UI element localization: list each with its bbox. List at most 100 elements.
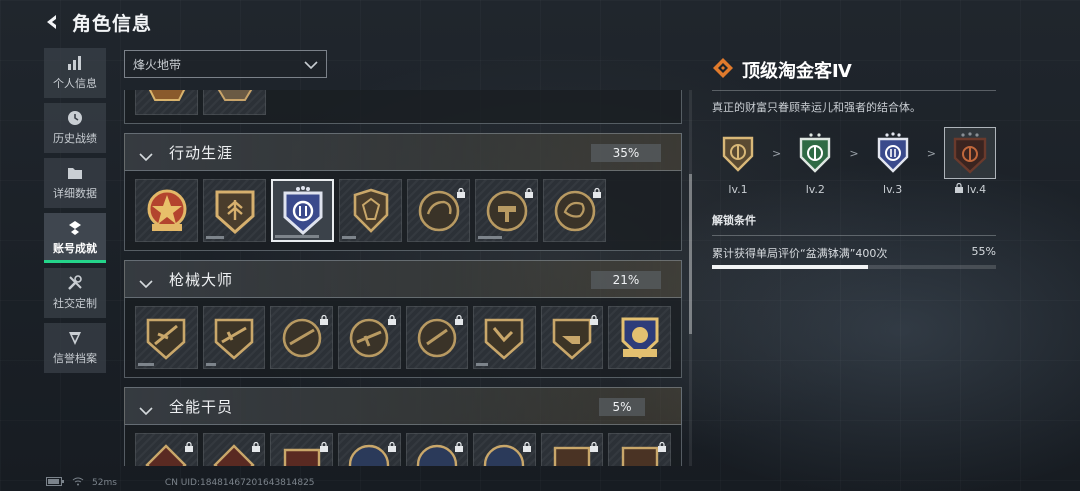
section-percent-box: 21% <box>591 271 661 289</box>
ping-readout: 52ms <box>92 478 117 488</box>
achievement-badge-locked[interactable] <box>543 179 606 242</box>
lock-icon <box>184 437 194 452</box>
section-header[interactable]: 全能干员 5% <box>124 387 682 425</box>
sidebar-item-label: 账号成就 <box>53 242 97 255</box>
achievement-badge-locked[interactable] <box>473 433 536 466</box>
back-arrow-icon[interactable] <box>42 12 62 32</box>
tier-label: lv.3 <box>883 183 903 196</box>
sidebar-item-social[interactable]: 社交定制 <box>44 268 106 318</box>
achievement-badge[interactable] <box>202 306 266 369</box>
section-percent: 21% <box>612 273 640 287</box>
scrollbar-thumb[interactable] <box>689 174 692 334</box>
achievement-section-weapon-master: 枪械大师 21% <box>124 260 682 378</box>
section-percent-box: 5% <box>599 398 645 416</box>
condition-progress-bar <box>712 265 996 269</box>
achievement-badge-locked[interactable] <box>270 306 333 369</box>
list-scrollbar[interactable] <box>689 90 692 466</box>
chevron-down-icon <box>304 55 318 74</box>
achievement-badge-locked[interactable] <box>405 306 469 369</box>
tier-separator: > <box>772 147 782 160</box>
tier-item: lv.3 <box>867 127 919 196</box>
tier-item: lv.1 <box>712 127 764 196</box>
achievement-badge[interactable] <box>473 306 536 369</box>
lock-icon <box>319 437 329 452</box>
achievement-badge-locked[interactable] <box>407 179 470 242</box>
tier-separator: > <box>849 147 859 160</box>
detail-title: 顶级淘金客Ⅳ <box>742 61 852 82</box>
section-percent: 5% <box>612 400 632 414</box>
tier-badge-lv4[interactable] <box>943 127 996 179</box>
sidebar-item-history[interactable]: 历史战绩 <box>44 103 106 153</box>
lock-icon <box>954 182 964 196</box>
achievement-badge-selected[interactable] <box>271 179 334 242</box>
battery-icon <box>46 477 64 489</box>
tier-label: lv.1 <box>728 183 748 196</box>
lock-icon <box>454 437 464 452</box>
achievement-list[interactable]: 行动生涯 35% 枪械大师 21% 全能干员 5% <box>124 90 682 466</box>
clock-icon <box>66 110 84 126</box>
section-percent: 35% <box>612 146 640 160</box>
sidebar: 个人信息 历史战绩 详细数据 账号成就 社交定制 信誉档案 <box>44 48 106 373</box>
divider <box>712 90 996 91</box>
mode-dropdown[interactable]: 烽火地带 <box>124 50 327 78</box>
tier-list: lv.1 > lv.2 > lv.3 > lv.4 <box>712 127 996 196</box>
achievement-badge[interactable] <box>203 179 266 242</box>
achievement-badge-locked[interactable] <box>540 433 604 466</box>
header: 角色信息 <box>42 6 152 38</box>
tier-badge-lv1[interactable] <box>712 127 764 179</box>
divider <box>712 235 996 236</box>
diamond-logo-icon <box>712 57 734 83</box>
chevron-down-icon <box>139 274 153 289</box>
lock-icon <box>454 310 464 325</box>
achievement-badge[interactable] <box>339 179 402 242</box>
unlock-conditions-title: 解锁条件 <box>712 214 756 227</box>
lock-icon <box>657 437 667 452</box>
achievement-badge-locked[interactable] <box>270 433 333 466</box>
wifi-icon <box>72 477 84 489</box>
sidebar-item-details[interactable]: 详细数据 <box>44 158 106 208</box>
achievement-section-career: 行动生涯 35% <box>124 133 682 251</box>
sidebar-item-profile[interactable]: 个人信息 <box>44 48 106 98</box>
achievement-badge-locked[interactable] <box>202 433 266 466</box>
achievement-badge[interactable] <box>135 306 198 369</box>
sidebar-item-reputation[interactable]: 信誉档案 <box>44 323 106 373</box>
reputation-icon <box>66 330 84 346</box>
achievement-icon <box>66 220 84 236</box>
section-header[interactable]: 行动生涯 35% <box>124 133 682 171</box>
lock-icon <box>592 183 602 198</box>
tier-label-locked: lv.4 <box>954 182 986 196</box>
achievement-badge-locked[interactable] <box>405 433 469 466</box>
section-badges <box>124 425 682 466</box>
tier-badge-lv3[interactable] <box>867 127 919 179</box>
lock-icon <box>456 183 466 198</box>
badge-progress <box>205 363 216 366</box>
user-uid: CN UID:18481467201643814825 <box>164 478 315 488</box>
achievement-badge-locked[interactable] <box>135 433 198 466</box>
condition-progress-fill <box>712 265 869 269</box>
lock-icon <box>387 437 397 452</box>
tier-separator: > <box>926 147 936 160</box>
condition-text: 累计获得单局评价“盆满钵满”400次 <box>712 247 888 260</box>
achievement-badge-locked[interactable] <box>540 306 604 369</box>
detail-header: 顶级淘金客Ⅳ <box>712 58 996 82</box>
section-header[interactable]: 枪械大师 21% <box>124 260 682 298</box>
tier-badge-lv2[interactable] <box>789 127 841 179</box>
achievement-badge[interactable] <box>135 90 198 115</box>
tier-item: lv.2 <box>789 127 841 196</box>
achievement-badge-locked[interactable] <box>337 306 401 369</box>
section-title: 枪械大师 <box>169 270 234 289</box>
achievement-badge[interactable] <box>203 90 266 115</box>
achievement-badge-locked[interactable] <box>608 433 671 466</box>
achievement-badge-locked[interactable] <box>337 433 401 466</box>
lock-icon <box>522 437 532 452</box>
achievement-badge[interactable] <box>135 179 198 242</box>
lock-icon <box>387 310 397 325</box>
sidebar-item-achievements[interactable]: 账号成就 <box>44 213 106 263</box>
achievement-badge[interactable] <box>608 306 671 369</box>
unlock-condition: 累计获得单局评价“盆满钵满”400次 55% <box>712 245 996 261</box>
section-percent-box: 35% <box>591 144 661 162</box>
detail-description: 真正的财富只眷顾幸运儿和强者的结合体。 <box>712 101 921 114</box>
lock-icon <box>524 183 534 198</box>
sidebar-item-label: 历史战绩 <box>53 132 97 145</box>
achievement-badge-locked[interactable] <box>475 179 538 242</box>
